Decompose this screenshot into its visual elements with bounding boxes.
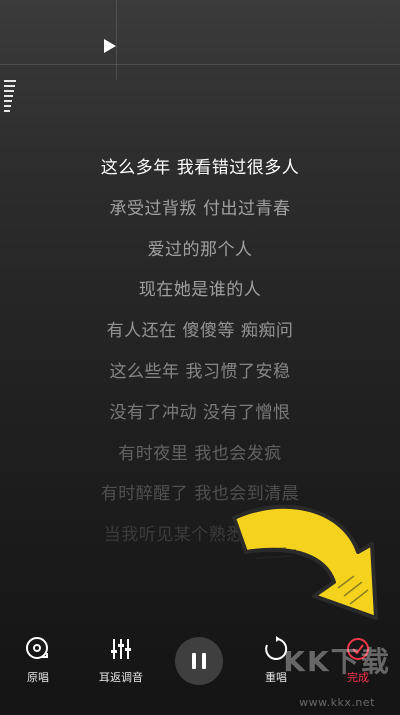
pause-button[interactable] <box>175 637 223 685</box>
vinyl-disc-icon <box>26 637 48 659</box>
waveform-area[interactable] <box>0 0 400 80</box>
waveform-baseline <box>0 64 400 65</box>
lyric-line-current: 这么多年 我看错过很多人 <box>100 158 300 178</box>
original-vocal-label: 原唱 <box>27 671 49 684</box>
lyric-line: 爱过的那个人 <box>147 239 253 260</box>
equalizer-sliders-icon <box>111 639 131 659</box>
lyric-line: 有人还在 傻傻等 痴痴问 <box>106 321 294 342</box>
lyric-line: 有时夜里 我也会发疯 <box>118 443 282 464</box>
watermark-url: www.kkx.net <box>299 696 375 709</box>
eq-tuning-button[interactable]: 耳返调音 <box>89 635 153 685</box>
watermark-logo: KK下载 <box>283 645 391 678</box>
lyrics-list: 这么多年 我看错过很多人 承受过背叛 付出过青春 爱过的那个人 现在她是谁的人 … <box>0 148 400 556</box>
curved-arrow-annotation <box>232 504 378 620</box>
play-icon[interactable] <box>104 39 116 53</box>
lyric-line: 这么些年 我习惯了安稳 <box>109 361 291 382</box>
volume-level-meter <box>4 80 18 114</box>
eq-tuning-label: 耳返调音 <box>99 671 143 684</box>
original-vocal-button[interactable]: 原唱 <box>6 635 70 685</box>
lyric-line: 没有了冲动 没有了憎恨 <box>109 402 291 423</box>
site-watermark: KK下载 www.kkx.net <box>282 632 392 712</box>
playhead-line <box>116 0 117 80</box>
lyric-line: 承受过背叛 付出过青春 <box>109 198 291 219</box>
pause-icon <box>192 653 196 669</box>
lyric-line: 现在她是谁的人 <box>138 280 262 301</box>
